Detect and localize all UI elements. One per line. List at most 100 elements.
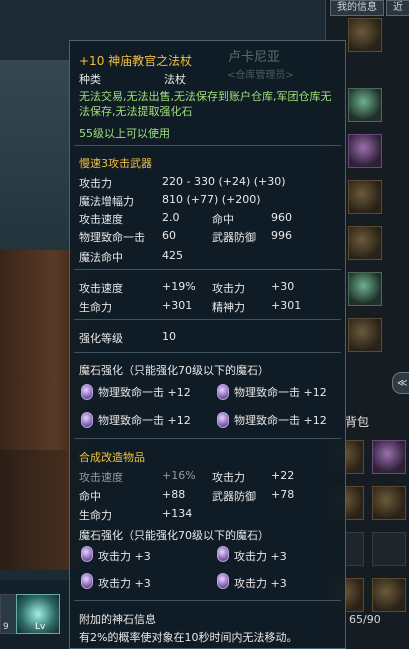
fusion-header: 合成改造物品: [79, 451, 145, 464]
expand-button[interactable]: ≪: [392, 372, 409, 394]
equip-slot[interactable]: [348, 318, 382, 352]
stat-value: 960: [271, 211, 292, 224]
tab-second[interactable]: 近: [386, 0, 409, 16]
bag-slot-empty[interactable]: [372, 532, 406, 566]
stat-value: +19%: [162, 280, 196, 293]
stat-label: 攻击力: [79, 177, 112, 190]
item-type-label: 种类: [79, 73, 101, 86]
stat-value: +301: [162, 299, 193, 312]
stat-row: 魔法增幅力 810 (+77) (+200): [79, 193, 261, 209]
fusion-manastone-header: 魔石强化（只能强化70级以下的魔石）: [79, 529, 269, 542]
godstone-description: 有2%的概率使对象在10秒时间内无法移动。: [79, 631, 298, 644]
stat-label: 武器防御: [212, 231, 256, 244]
stat-label: 魔法命中: [79, 251, 123, 264]
stat-label: 精神力: [212, 301, 245, 314]
background-stone: [0, 60, 70, 250]
manastone-icon: [217, 412, 229, 428]
manastone-text: 物理致命一击 +12: [234, 386, 327, 399]
item-type-row: 种类 法杖: [79, 71, 186, 87]
stat-label: 攻击速度: [79, 282, 123, 295]
stat-value: 425: [162, 249, 183, 262]
hotbar-level-badge: Lv: [35, 622, 46, 632]
stat-label: 攻击力: [212, 471, 245, 484]
enhance-row: 强化等级 10: [79, 330, 176, 346]
equip-slot[interactable]: [348, 180, 382, 214]
item-name: 神庙教官之法杖: [108, 54, 193, 68]
item-tooltip: 卢卡尼亚 <仓库管理员> +10 神庙教官之法杖 种类 法杖 无法交易,无法出售…: [69, 40, 346, 649]
manastone-text: 物理致命一击 +12: [98, 414, 191, 427]
bag-slot[interactable]: [372, 578, 406, 612]
manastone-icon: [81, 412, 93, 428]
fusion-stat-row: 攻击速度 +16% 攻击力 +22: [79, 469, 294, 485]
stat-label: 魔法增幅力: [79, 195, 134, 208]
divider: [74, 600, 341, 601]
fusion-manastone-text: 攻击力 +3: [234, 550, 287, 563]
bonus-row: 攻击速度 +19% 攻击力 +30: [79, 280, 294, 296]
manastone-icon: [81, 384, 93, 400]
stat-value: 60: [162, 229, 176, 242]
stat-value: +22: [271, 469, 295, 482]
bag-slot[interactable]: [372, 486, 406, 520]
equip-slot[interactable]: [348, 272, 382, 306]
stat-pair-row: 物理致命一击 60 武器防御 996: [79, 229, 292, 245]
divider: [74, 319, 341, 320]
stat-label: 物理致命一击: [79, 231, 145, 244]
godstone-header: 附加的神石信息: [79, 613, 156, 626]
stat-value: +301: [271, 299, 302, 312]
stat-label: 生命力: [79, 301, 112, 314]
stat-value: +78: [271, 488, 295, 501]
stat-value: 2.0: [162, 211, 180, 224]
stat-label: 命中: [212, 213, 234, 226]
item-title: +10 神庙教官之法杖: [79, 52, 192, 69]
equip-slot[interactable]: [348, 134, 382, 168]
bag-label: 背包: [345, 415, 370, 429]
item-enhance-level: +10: [79, 54, 105, 68]
manastone-icon: [81, 546, 93, 562]
equip-slot[interactable]: [348, 88, 382, 122]
stat-label: 命中: [79, 490, 101, 503]
fusion-manastone-text: 攻击力 +3: [98, 577, 151, 590]
divider: [74, 145, 341, 146]
enhance-value: 10: [162, 330, 176, 343]
stat-label: 生命力: [79, 509, 112, 522]
divider: [74, 352, 341, 353]
bag-slot[interactable]: [372, 440, 406, 474]
npc-name-watermark: 卢卡尼亚: [228, 50, 281, 65]
manastone-header: 魔石强化（只能强化70级以下的魔石）: [79, 364, 269, 377]
fusion-stat-row: 生命力 +134: [79, 507, 192, 523]
manastone-text: 物理致命一击 +12: [98, 386, 191, 399]
tab-my-info[interactable]: 我的信息: [330, 0, 384, 16]
item-restrictions: 无法交易,无法出售,无法保存到账户仓库,军团仓库无法保存,无法提取强化石: [79, 90, 332, 118]
stat-row: 魔法命中 425: [79, 249, 183, 265]
weapon-class: 慢速3攻击武器: [79, 157, 152, 170]
equip-slot[interactable]: [348, 226, 382, 260]
enhance-label: 强化等级: [79, 332, 123, 345]
fusion-manastone-text: 攻击力 +3: [234, 577, 287, 590]
background-chest-lower: [0, 450, 80, 570]
divider: [74, 438, 341, 439]
stat-value: +30: [271, 280, 295, 293]
manastone-icon: [217, 384, 229, 400]
stat-label: 攻击速度: [79, 213, 123, 226]
fusion-stat-row: 命中 +88 武器防御 +78: [79, 488, 294, 504]
stat-row: 攻击力 220 - 330 (+24) (+30): [79, 175, 286, 191]
equip-slot-staff[interactable]: [348, 18, 382, 52]
stat-pair-row: 攻击速度 2.0 命中 960: [79, 211, 292, 227]
item-type-value: 法杖: [164, 73, 186, 86]
stat-label: 武器防御: [212, 490, 256, 503]
stat-label: 攻击力: [212, 282, 245, 295]
manastone-icon: [217, 573, 229, 589]
item-level-requirement: 55级以上可以使用: [79, 127, 170, 140]
hotbar-skill-slot[interactable]: Lv: [16, 594, 60, 634]
manastone-icon: [81, 573, 93, 589]
stat-value: 810 (+77) (+200): [162, 193, 261, 206]
fusion-manastone-text: 攻击力 +3: [98, 550, 151, 563]
manastone-text: 物理致命一击 +12: [234, 414, 327, 427]
manastone-icon: [217, 546, 229, 562]
stat-value: +16%: [162, 469, 196, 482]
hotbar-slot-number: 9: [3, 622, 9, 632]
bag-capacity: 65/90: [349, 613, 381, 626]
npc-title-watermark: <仓库管理员>: [227, 70, 294, 81]
stat-label: 攻击速度: [79, 471, 123, 484]
stat-value: +88: [162, 488, 186, 501]
